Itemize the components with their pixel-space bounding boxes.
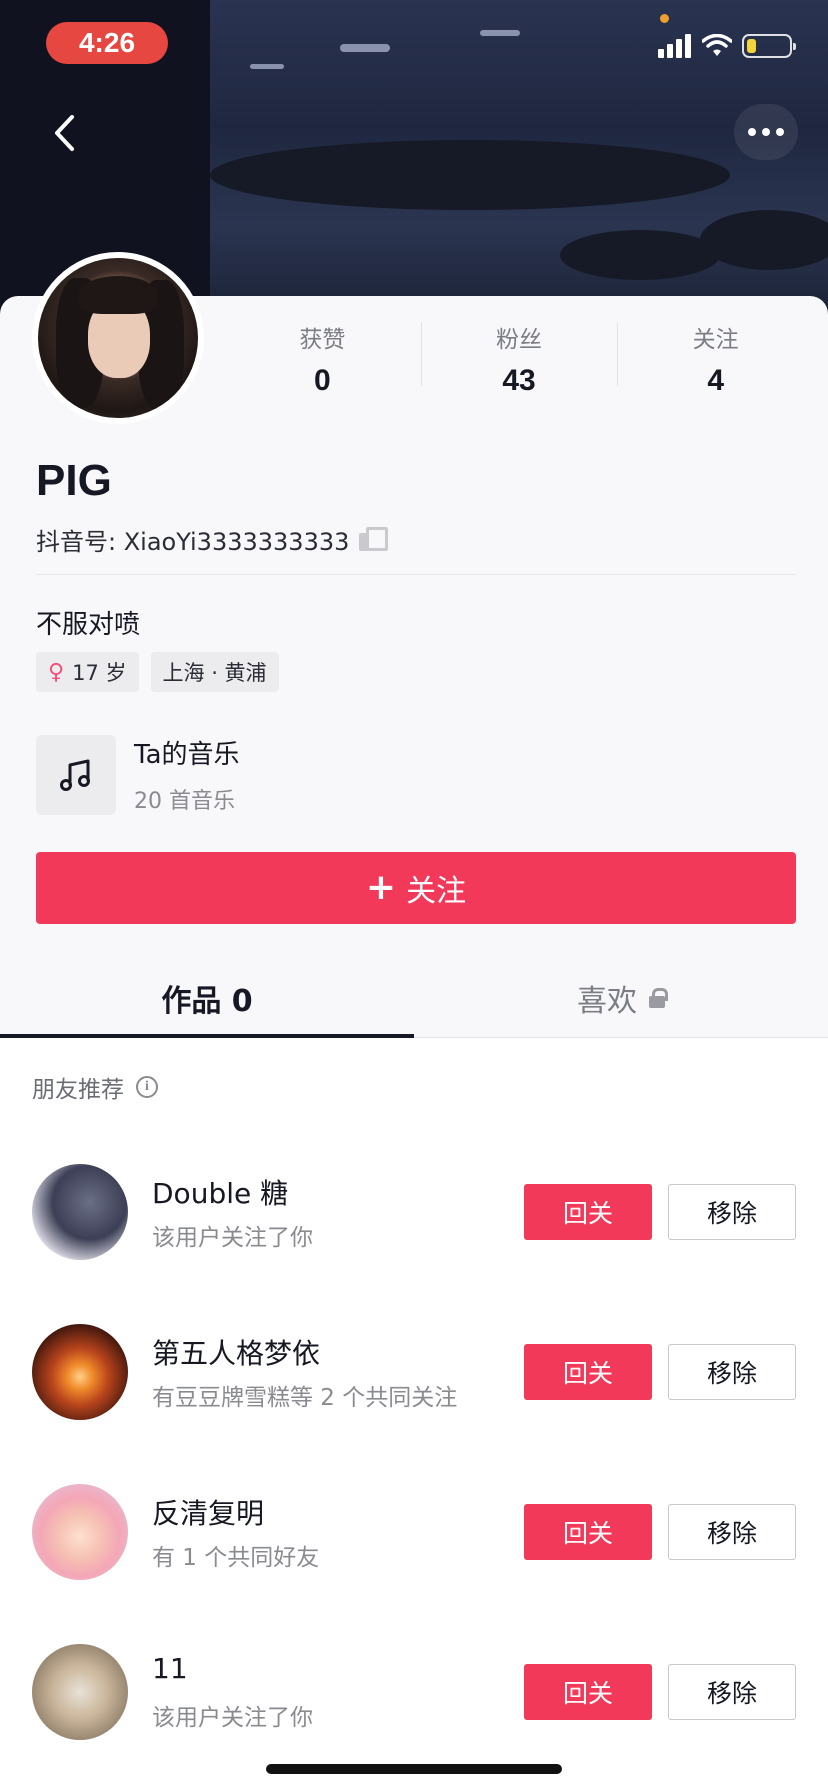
divider xyxy=(36,574,796,575)
info-icon[interactable]: i xyxy=(136,1076,158,1098)
stat-value: 0 xyxy=(313,364,331,397)
remove-button[interactable]: 移除 xyxy=(668,1504,796,1560)
music-count: 20 首音乐 xyxy=(134,789,235,814)
stat-label: 关注 xyxy=(692,327,739,353)
cover-wave xyxy=(250,64,284,69)
tab-label: 作品 0 xyxy=(161,983,253,1019)
location-text: 上海 · 黄浦 xyxy=(162,661,267,685)
cover-rock xyxy=(560,230,720,280)
stat-label: 粉丝 xyxy=(496,327,542,353)
cover-rock xyxy=(700,210,828,270)
cellular-signal-icon xyxy=(658,34,691,58)
profile-nickname: PIG xyxy=(36,456,112,505)
location-tag: 上海 · 黄浦 xyxy=(150,652,279,692)
profile-bio: 不服对喷 xyxy=(36,610,141,640)
more-dot-icon xyxy=(776,128,784,136)
user-description: 该用户关注了你 xyxy=(152,1705,313,1731)
stat-value: 4 xyxy=(707,364,725,397)
recommendations-list: Double 糖 该用户关注了你 回关 移除 第五人格梦依 有豆豆牌雪糕等 2 … xyxy=(0,1150,828,1790)
profile-avatar[interactable] xyxy=(32,252,204,424)
remove-button[interactable]: 移除 xyxy=(668,1184,796,1240)
copy-icon[interactable] xyxy=(359,526,389,553)
stat-value: 43 xyxy=(502,364,536,397)
music-entry[interactable]: Ta的音乐 20 首音乐 xyxy=(36,734,240,815)
douyin-id-text: 抖音号: XiaoYi3333333333 xyxy=(36,528,350,556)
stat-likes[interactable]: 获赞 0 xyxy=(224,312,421,402)
chevron-left-icon xyxy=(55,115,74,151)
douyin-id-row: 抖音号: XiaoYi3333333333 xyxy=(36,522,389,557)
stat-followers[interactable]: 粉丝 43 xyxy=(420,312,618,402)
more-dot-icon xyxy=(748,128,756,136)
lock-icon xyxy=(649,987,668,1008)
female-gender-icon: ♀ xyxy=(48,659,65,685)
user-name: 反清复明 xyxy=(152,1497,265,1530)
more-dot-icon xyxy=(762,128,770,136)
cover-wave xyxy=(340,44,390,52)
follow-back-button[interactable]: 回关 xyxy=(524,1344,652,1400)
list-item[interactable]: 第五人格梦依 有豆豆牌雪糕等 2 个共同关注 回关 移除 xyxy=(0,1310,828,1470)
status-icons xyxy=(658,34,796,58)
tab-label: 喜欢 xyxy=(577,983,637,1019)
age-text: 17 岁 xyxy=(72,661,127,685)
music-note-icon xyxy=(60,759,90,791)
avatar[interactable] xyxy=(32,1484,128,1580)
stat-following[interactable]: 关注 4 xyxy=(617,312,814,402)
list-item[interactable]: 反清复明 有 1 个共同好友 回关 移除 xyxy=(0,1470,828,1630)
profile-stats: 获赞 0 粉丝 43 关注 4 xyxy=(224,312,814,402)
follow-back-button[interactable]: 回关 xyxy=(524,1504,652,1560)
remove-button[interactable]: 移除 xyxy=(668,1664,796,1720)
wifi-icon xyxy=(702,34,732,56)
privacy-indicator-dot xyxy=(660,14,669,23)
user-name: Double 糖 xyxy=(152,1177,289,1210)
user-description: 有 1 个共同好友 xyxy=(152,1545,320,1571)
user-description: 该用户关注了你 xyxy=(152,1225,313,1251)
music-text: Ta的音乐 20 首音乐 xyxy=(134,734,240,815)
music-title: Ta的音乐 xyxy=(134,740,240,770)
plus-icon: + xyxy=(365,867,397,908)
avatar-image xyxy=(38,258,198,418)
home-indicator[interactable] xyxy=(266,1764,562,1774)
avatar[interactable] xyxy=(32,1164,128,1260)
tab-likes[interactable]: 喜欢 xyxy=(414,958,828,1037)
profile-tags: ♀ 17 岁 上海 · 黄浦 xyxy=(36,652,279,692)
avatar[interactable] xyxy=(32,1324,128,1420)
follow-label: 关注 xyxy=(406,874,467,909)
cover-rock xyxy=(210,140,730,210)
battery-level xyxy=(747,39,757,53)
back-button[interactable] xyxy=(44,110,84,156)
recommendations-header: 朋友推荐 i xyxy=(32,1070,158,1104)
stat-label: 获赞 xyxy=(299,327,346,353)
follow-button[interactable]: + 关注 xyxy=(36,852,796,924)
recommendations-title: 朋友推荐 xyxy=(32,1077,124,1103)
user-description: 有豆豆牌雪糕等 2 个共同关注 xyxy=(152,1385,458,1411)
follow-back-button[interactable]: 回关 xyxy=(524,1184,652,1240)
content-tabs: 作品 0 喜欢 xyxy=(0,958,828,1038)
status-time: 4:26 xyxy=(46,22,168,64)
cover-wave xyxy=(480,30,520,36)
age-tag: ♀ 17 岁 xyxy=(36,652,139,692)
user-name: 第五人格梦依 xyxy=(152,1337,321,1370)
more-options-button[interactable] xyxy=(734,104,798,160)
tab-works[interactable]: 作品 0 xyxy=(0,958,414,1038)
user-name: 11 xyxy=(152,1652,188,1685)
music-icon-box xyxy=(36,734,116,815)
avatar[interactable] xyxy=(32,1644,128,1740)
follow-back-button[interactable]: 回关 xyxy=(524,1664,652,1720)
list-item[interactable]: Double 糖 该用户关注了你 回关 移除 xyxy=(0,1150,828,1310)
remove-button[interactable]: 移除 xyxy=(668,1344,796,1400)
battery-icon xyxy=(742,34,796,58)
